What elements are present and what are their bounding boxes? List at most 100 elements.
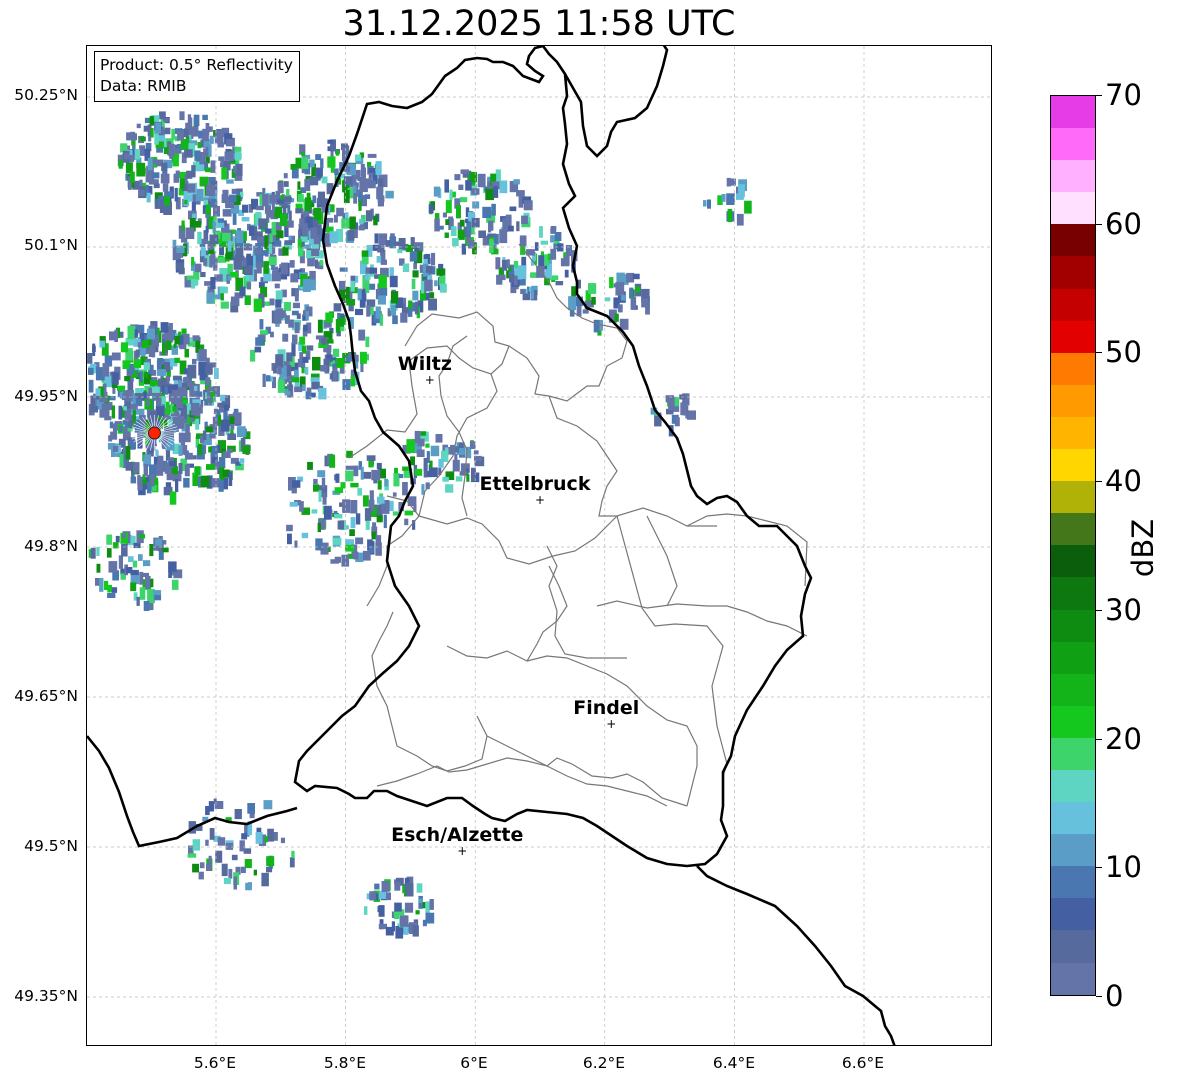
echo-pixel	[499, 180, 508, 194]
lon-label: 5.8°E	[323, 1054, 367, 1072]
echo-pixel	[234, 809, 242, 820]
echo-pixel	[162, 183, 169, 192]
lat-label: 49.8°N	[24, 537, 78, 555]
echo-pixel	[218, 457, 226, 469]
echo-pixel	[200, 475, 210, 488]
info-box: Product: 0.5° Reflectivity Data: RMIB	[94, 51, 300, 102]
colorbar-segment	[1051, 449, 1095, 482]
echo-pixel	[220, 394, 226, 402]
echo-pixel	[425, 912, 435, 924]
echo-pixel	[234, 146, 242, 152]
echo-pixel	[92, 343, 96, 356]
echo-pixel	[284, 240, 293, 245]
echo-pixel	[111, 405, 115, 419]
echo-pixel	[294, 540, 298, 548]
echo-pixel	[263, 261, 269, 274]
echo-pixel	[121, 543, 128, 557]
echo-pixel	[568, 296, 577, 311]
radar-map[interactable]: + Wiltz + Ettelbruck + Findel + Esch/Alzette	[86, 45, 992, 1046]
echo-pixel	[591, 296, 596, 305]
echo-pixel	[202, 114, 208, 120]
echo-pixel	[738, 184, 745, 198]
echo-pixel	[444, 179, 449, 193]
echo-pixel	[449, 189, 453, 201]
echo-pixel	[178, 463, 183, 474]
echo-pixel	[209, 828, 215, 840]
echo-pixel	[239, 458, 245, 464]
echo-pixel	[198, 349, 207, 362]
echo-pixel	[221, 863, 228, 877]
echo-pixel	[412, 270, 419, 278]
echo-pixel	[456, 205, 461, 219]
echo-pixel	[466, 474, 470, 482]
echo-pixel	[534, 242, 539, 251]
echo-pixel	[103, 580, 109, 590]
echo-pixel	[469, 441, 476, 449]
echo-pixel	[202, 130, 209, 142]
echo-pixel	[118, 405, 123, 420]
echo-pixel	[291, 850, 295, 858]
colorbar-segment	[1051, 513, 1095, 546]
echo-pixel	[95, 388, 101, 396]
echo-pixel	[122, 360, 131, 369]
echo-pixel	[149, 380, 158, 386]
echo-pixel	[360, 466, 364, 480]
echo-pixel	[376, 256, 382, 263]
echo-pixel	[556, 243, 564, 252]
echo-pixel	[426, 265, 433, 273]
echo-pixel	[124, 421, 129, 428]
colorbar-tick	[1096, 95, 1102, 96]
echo-pixel	[465, 180, 472, 191]
echo-pixel	[226, 179, 234, 184]
echo-pixel	[274, 240, 282, 247]
echo-pixel	[150, 474, 155, 487]
echo-pixel	[187, 183, 196, 193]
echo-pixel	[489, 239, 494, 253]
echo-pixel	[200, 272, 206, 278]
echo-pixel	[431, 252, 436, 266]
echo-pixel	[225, 842, 233, 850]
echo-pixel	[250, 349, 256, 362]
echo-pixel	[381, 881, 390, 892]
echo-pixel	[195, 418, 200, 430]
echo-pixel	[276, 199, 284, 204]
echo-pixel	[165, 332, 174, 342]
echo-pixel	[450, 226, 457, 236]
echo-pixel	[225, 139, 235, 147]
echo-pixel	[377, 245, 385, 253]
echo-pixel	[183, 376, 190, 384]
echo-pixel	[513, 275, 518, 286]
echo-pixel	[439, 225, 444, 230]
echo-pixel	[155, 122, 162, 134]
city-label: Wiltz	[398, 353, 452, 375]
echo-pixel	[302, 278, 311, 292]
city-markers: +Wiltz+Ettelbruck+Findel+Esch/Alzette	[391, 353, 639, 858]
echo-pixel	[280, 213, 288, 227]
echo-pixel	[219, 286, 228, 294]
echo-pixel	[297, 181, 301, 190]
echo-pixel	[620, 294, 627, 301]
echo-pixel	[318, 387, 327, 400]
echo-pixel	[180, 139, 189, 150]
echo-pixel	[360, 351, 367, 364]
echo-pixel	[290, 164, 298, 170]
echo-pixel	[301, 384, 306, 392]
echo-pixel	[221, 167, 228, 180]
echo-pixel	[151, 172, 160, 179]
echo-pixel	[263, 800, 273, 810]
colorbar-tick-label: 40	[1105, 464, 1142, 499]
echo-pixel	[169, 461, 177, 467]
colorbar-tick	[1096, 481, 1102, 483]
echo-pixel	[438, 458, 444, 468]
echo-pixel	[736, 213, 744, 226]
echo-pixel	[221, 232, 231, 242]
echo-pixel	[160, 322, 169, 333]
echo-pixel	[118, 159, 123, 169]
echo-pixel	[179, 111, 185, 121]
echo-pixel	[408, 300, 413, 309]
echo-pixel	[383, 514, 387, 529]
echo-pixel	[406, 439, 415, 453]
echo-pixel	[369, 490, 374, 502]
echo-pixel	[106, 534, 113, 545]
echo-pixel	[223, 409, 228, 422]
